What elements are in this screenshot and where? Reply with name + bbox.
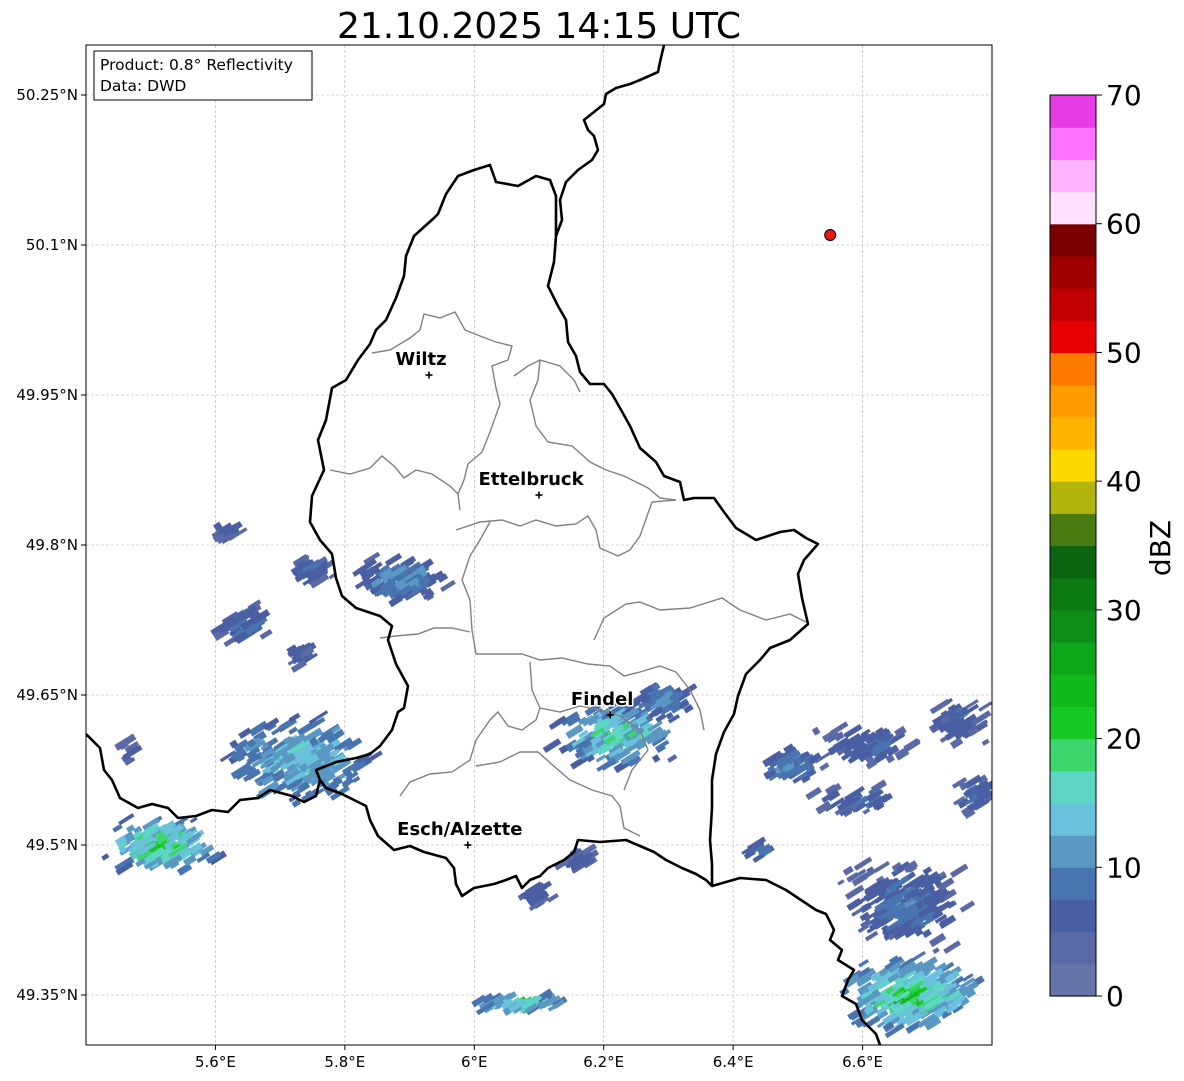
- colorbar-tick-label: 50: [1106, 336, 1142, 369]
- colorbar-segment: [1050, 706, 1096, 740]
- lat-tick-label: 49.95°N: [16, 386, 78, 404]
- lat-tick-label: 49.65°N: [16, 686, 78, 704]
- colorbar-segment: [1050, 770, 1096, 804]
- colorbar-tick-label: 70: [1106, 79, 1142, 112]
- lat-tick-label: 49.8°N: [26, 536, 78, 554]
- colorbar-segment: [1050, 513, 1096, 547]
- colorbar-segment: [1050, 899, 1096, 933]
- colorbar-segment: [1050, 352, 1096, 386]
- radar-map-figure: 21.10.2025 14:15 UTC WiltzEttelbruckFind…: [16, 6, 1177, 1071]
- figure-title: 21.10.2025 14:15 UTC: [337, 6, 741, 47]
- lon-tick-label: 5.8°E: [324, 1053, 365, 1071]
- colorbar-segment: [1050, 159, 1096, 193]
- colorbar-segment: [1050, 963, 1096, 997]
- colorbar-tick-label: 30: [1106, 594, 1142, 627]
- lat-tick-label: 49.35°N: [16, 986, 78, 1004]
- colorbar-segment: [1050, 867, 1096, 901]
- colorbar-segment: [1050, 738, 1096, 772]
- colorbar-segment: [1050, 384, 1096, 418]
- city-label: Ettelbruck: [478, 469, 584, 490]
- info-box: Product: 0.8° Reflectivity Data: DWD: [93, 50, 313, 101]
- colorbar: 0 10 20 30 40 50 60 70: [1049, 79, 1142, 1013]
- lon-tick-label: 6.6°E: [842, 1053, 883, 1071]
- colorbar-segment: [1050, 448, 1096, 482]
- colorbar-tick-label: 20: [1106, 723, 1142, 756]
- colorbar-segment: [1050, 835, 1096, 868]
- colorbar-tick-label: 10: [1106, 851, 1142, 884]
- colorbar-segment: [1050, 642, 1096, 675]
- colorbar-segment: [1050, 127, 1096, 160]
- radar-site-marker: [824, 229, 837, 241]
- colorbar-label: dBZ: [1144, 520, 1177, 576]
- colorbar-tick-label: 40: [1106, 465, 1142, 498]
- city-label: Wiltz: [395, 349, 446, 370]
- info-product: Product: 0.8° Reflectivity: [100, 56, 293, 74]
- colorbar-segment: [1050, 577, 1096, 611]
- colorbar-segment: [1050, 545, 1096, 579]
- city-label: Findel: [571, 689, 634, 710]
- lat-tick-label: 49.5°N: [26, 836, 78, 854]
- info-source: Data: DWD: [100, 77, 186, 95]
- colorbar-segment: [1050, 288, 1096, 321]
- colorbar-segment: [1050, 95, 1096, 128]
- colorbar-tick-label: 60: [1106, 208, 1142, 241]
- colorbar-segment: [1050, 320, 1096, 354]
- lat-tick-label: 50.1°N: [26, 236, 78, 254]
- colorbar-segment: [1050, 255, 1096, 289]
- lon-tick-label: 6.2°E: [583, 1053, 624, 1071]
- colorbar-segment: [1050, 191, 1096, 225]
- colorbar-segment: [1050, 223, 1096, 257]
- lon-tick-label: 5.6°E: [195, 1053, 236, 1071]
- colorbar-segment: [1050, 674, 1096, 707]
- colorbar-segment: [1050, 416, 1096, 450]
- city-label: Esch/Alzette: [397, 819, 522, 840]
- lon-tick-label: 6°E: [461, 1053, 488, 1071]
- lon-tick-label: 6.4°E: [713, 1053, 754, 1071]
- colorbar-segment: [1050, 609, 1096, 643]
- colorbar-tick-label: 0: [1106, 980, 1124, 1013]
- colorbar-segment: [1050, 931, 1096, 965]
- lat-tick-label: 50.25°N: [16, 86, 78, 104]
- colorbar-segment: [1050, 481, 1096, 514]
- colorbar-segment: [1050, 802, 1096, 836]
